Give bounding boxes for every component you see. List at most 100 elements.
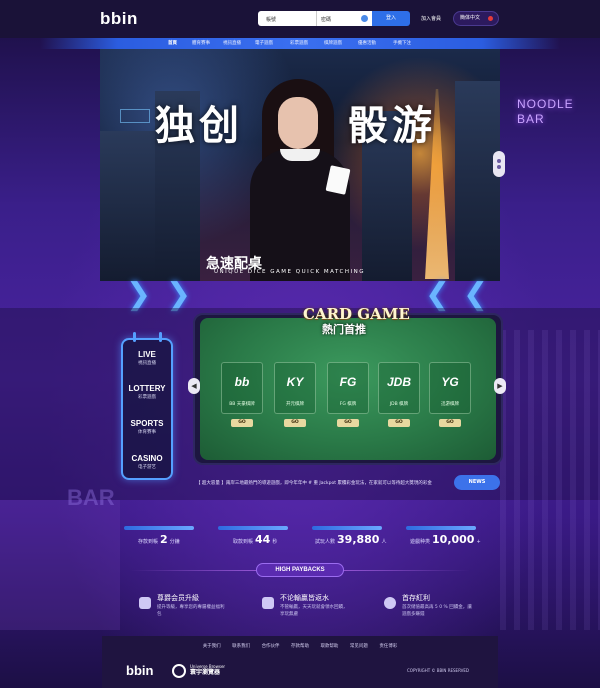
stat-value: 39,880 [337,533,380,546]
stat-players: 試玩人數 39,880 人 [315,533,386,546]
nav-item-mobile[interactable]: 手機下注 [393,40,411,46]
game-card-name: JDB 棋牌 [389,402,409,407]
game-card-name: BB 天豪棋牌 [229,402,255,407]
stat-label: 取款到帳 [233,539,254,545]
menu-item-subtitle: 視訊直播 [138,361,156,366]
menu-item-live[interactable]: LIVE 視訊直播 [123,350,171,366]
stat-deposit: 存款到帳 2 分鐘 [138,533,180,546]
game-card-brand: FG [339,375,357,389]
menu-item-lottery[interactable]: LOTTERY 彩票遊戲 [123,384,171,400]
game-card-jdb[interactable]: JDB JDB 棋牌 [378,362,420,414]
top-bar: bbin 帳號 密碼 登入 加入會員 簡体中文 [0,0,600,38]
go-button[interactable]: GO [439,419,461,427]
feature-desc: 首次储值最高再 5 0 % 回饋金，讓遊戲多賺錢 [402,605,472,617]
footer-link[interactable]: 合作伙伴 [262,644,280,649]
chevron-right-icon: ❯ [166,277,192,312]
crown-icon [139,597,151,609]
nav-item-lottery[interactable]: 彩票遊戲 [290,40,308,46]
stat-bar [406,526,476,530]
footer-link[interactable]: 联系我们 [232,644,250,649]
pager-dot[interactable] [497,159,501,163]
hero-title-right: 骰游 [348,102,436,149]
carousel-prev-button[interactable]: ◀ [188,378,200,394]
join-link[interactable]: 加入會員 [421,15,441,22]
feature-desc: 提升等級，專享您的專屬權益福利包 [157,605,225,617]
login-button[interactable]: 登入 [372,11,410,26]
universe-browser-icon [172,664,186,678]
stat-label: 存款到帳 [138,539,159,545]
nav-item-live[interactable]: 視訊直播 [223,40,241,46]
neon-sign-graphic [120,109,150,123]
footer-logo: bbin [126,663,154,678]
carousel-next-button[interactable]: ▶ [494,378,506,394]
noodle-bar-sign: NOODLE BAR [517,97,574,126]
site-logo[interactable]: bbin [100,9,138,29]
game-card-brand: YG [441,375,459,389]
menu-item-title: LOTTERY [128,384,166,393]
nav-item-slots[interactable]: 電子遊戲 [255,40,273,46]
stat-unit: 分鐘 [169,539,180,545]
hero-banner[interactable] [100,49,500,281]
menu-item-title: SPORTS [130,419,164,428]
feature-title: 不论輸贏皆返水 [280,594,329,602]
news-button[interactable]: NEWS [454,475,500,490]
feature-title: 首存紅利 [402,594,430,602]
nav-item-home[interactable]: 首頁 [168,40,177,46]
chevron-right-icon: ❯ [126,277,152,312]
menu-item-subtitle: 电子游艺 [138,465,156,470]
page: bbin 帳號 密碼 登入 加入會員 簡体中文 首頁 體育賽事 視訊直播 電子遊… [0,0,600,688]
chevron-left-icon: ❮ [463,277,489,312]
footer-link[interactable]: 关于我们 [203,644,221,649]
street-graphic [0,500,120,630]
hero-title-left: 独创 [155,102,243,149]
chevron-left-icon: ❮ [425,277,451,312]
menu-item-casino[interactable]: CASINO 电子游艺 [123,454,171,470]
game-card-ky[interactable]: KY 开元棋牌 [274,362,316,414]
pager-dot[interactable] [497,165,501,169]
game-card-name: 开元棋牌 [286,402,304,407]
stat-value: 44 [255,533,271,546]
footer-link[interactable]: 责任博彩 [379,644,397,649]
scaffold-graphic [500,330,600,630]
building-graphic [100,131,160,281]
game-card-bb[interactable]: bb BB 天豪棋牌 [221,362,263,414]
copyright: COPYRIGHT © BBIN RESERVED [407,668,469,673]
game-card-fg[interactable]: FG FG 棋牌 [327,362,369,414]
menu-hook [133,332,136,342]
nav-item-card[interactable]: 棋牌遊戲 [324,40,342,46]
game-card-brand: JDB [386,375,411,389]
go-button[interactable]: GO [231,419,253,427]
show-password-icon[interactable] [361,15,368,22]
stat-games: 遊戲种类 10,000 + [410,533,481,546]
news-ticker[interactable]: 【 超大容量 】兩岸三地最熱門的導遊遊戲，即今年年中 # 重 Jackpot 累… [196,480,432,486]
account-field[interactable]: 帳號 [262,11,316,26]
category-menu: LIVE 視訊直播 LOTTERY 彩票遊戲 SPORTS 体育賽事 CASIN… [121,332,173,480]
go-button[interactable]: GO [337,419,359,427]
stat-unit: + [476,539,481,545]
language-select[interactable]: 簡体中文 [453,11,499,26]
game-card-yg[interactable]: YG 迅游棋牌 [429,362,471,414]
menu-item-sports[interactable]: SPORTS 体育賽事 [123,419,171,435]
footer-link[interactable]: 常见问题 [350,644,368,649]
footer: 关于我们 联系我们 合作伙伴 存款帮助 取款帮助 常见问题 责任博彩 bbin … [102,636,498,688]
login-form: 帳號 密碼 [258,11,372,26]
footer-link[interactable]: 取款帮助 [320,644,338,649]
nav-item-sports[interactable]: 體育賽事 [192,40,210,46]
footer-link[interactable]: 存款帮助 [291,644,309,649]
nav-item-promos[interactable]: 優惠活動 [358,40,376,46]
stat-bar [218,526,288,530]
card-game-subtitle: 熱门首推 [322,323,366,336]
hero-pager[interactable] [493,151,505,177]
go-button[interactable]: GO [388,419,410,427]
high-paybacks-badge: HIGH PAYBACKS [256,563,344,577]
game-card-name: 迅游棋牌 [441,402,459,407]
stat-label: 試玩人數 [315,539,336,545]
stat-label: 遊戲种类 [410,539,431,545]
menu-item-title: LIVE [138,350,156,359]
browser-name-cn: 寰宇瀏覽器 [190,669,221,676]
feature-title: 尊爵会员升級 [157,594,199,602]
go-button[interactable]: GO [284,419,306,427]
dealer-figure [250,79,360,281]
menu-item-title: CASINO [131,454,163,463]
hero-tagline: UNIQUE DICE GAME QUICK MATCHING [214,269,366,275]
